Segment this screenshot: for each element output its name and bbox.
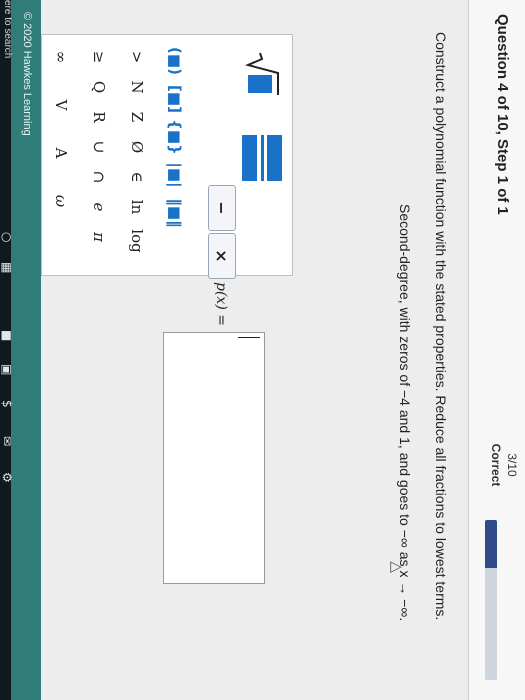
question-instruction: Construct a polynomial function with the… (433, 32, 449, 621)
cortana-circle-icon[interactable]: ○ (0, 232, 14, 242)
keypad-rows: (■) [■] {■} |■| ‖■‖ > N Z Ø ∈ ln log ≥ Q… (42, 43, 194, 269)
omega-key[interactable]: ω (46, 187, 76, 215)
pi-key[interactable]: π (84, 223, 114, 251)
explorer-icon[interactable]: ■ (0, 330, 14, 341)
mail-icon[interactable]: ✉ (0, 436, 14, 446)
screen: Question 4 of 10, Step 1 of 1 3/10 Corre… (0, 0, 525, 700)
mouse-cursor-icon: ▷ (390, 556, 402, 575)
brackets-key[interactable]: [■] (160, 81, 190, 117)
union-key[interactable]: ∪ (84, 133, 114, 161)
math-keypad: − × (■) [■] {■} |■| ‖■‖ > N Z Ø ∈ ln log… (41, 34, 293, 279)
fraction-denominator-slot (242, 135, 257, 181)
text-caret (238, 337, 260, 338)
progress-bar (485, 520, 497, 680)
infinity-key[interactable]: ∞ (46, 43, 76, 71)
dollar-app-icon[interactable]: $ (0, 400, 14, 408)
element-of-key[interactable]: ∈ (122, 163, 152, 191)
greater-than-key[interactable]: > (122, 43, 152, 71)
v-key[interactable]: V (46, 91, 76, 119)
integers-key[interactable]: Z (122, 103, 152, 131)
score-indicator: 3/10 Correct (489, 420, 519, 510)
reals-key[interactable]: R (84, 103, 114, 131)
answer-input[interactable] (163, 332, 265, 584)
minus-button[interactable]: − (208, 185, 236, 231)
ln-key[interactable]: ln (122, 193, 152, 221)
fraction-bar (261, 135, 264, 181)
square-root-key[interactable] (244, 51, 282, 97)
greater-equal-key[interactable]: ≥ (84, 43, 114, 71)
progress-fill (485, 520, 497, 568)
keypad-row-misc: ∞ V A ω (42, 43, 80, 269)
log-key[interactable]: log (122, 223, 152, 259)
e-key[interactable]: e (84, 193, 114, 221)
parentheses-key[interactable]: (■) (160, 43, 190, 79)
times-button[interactable]: × (208, 233, 236, 279)
keypad-top: − × (202, 35, 292, 279)
fraction-key[interactable] (240, 135, 284, 181)
settings-gear-icon[interactable]: ⚙ (0, 472, 14, 483)
keypad-row-brackets: (■) [■] {■} |■| ‖■‖ (156, 43, 194, 269)
keypad-row-ops: ≥ Q R ∪ ∩ e π (80, 43, 118, 269)
answer-label: p(x) = (213, 282, 229, 326)
score-fraction: 3/10 (505, 453, 519, 477)
score-label: Correct (489, 443, 503, 487)
windows-taskbar: ere to search ○ ▦ ■ ▣ $ ✉ ⚙ (0, 0, 14, 700)
keypad-row-sets: > N Z Ø ∈ ln log (118, 43, 156, 269)
page-footer: © 2020 Hawkes Learning (11, 0, 41, 700)
intersection-key[interactable]: ∩ (84, 163, 114, 191)
store-icon[interactable]: ▣ (0, 364, 14, 375)
question-title: Question 4 of 10, Step 1 of 1 (494, 14, 511, 215)
absolute-value-key[interactable]: |■| (160, 157, 190, 193)
norm-key[interactable]: ‖■‖ (160, 195, 190, 231)
taskbar-search[interactable]: ere to search (2, 0, 13, 58)
fraction-numerator-slot (267, 135, 282, 181)
naturals-key[interactable]: N (122, 73, 152, 101)
question-header: Question 4 of 10, Step 1 of 1 3/10 Corre… (468, 0, 525, 700)
empty-set-key[interactable]: Ø (122, 133, 152, 161)
task-view-icon[interactable]: ▦ (0, 262, 14, 273)
a-key[interactable]: A (46, 139, 76, 167)
rationals-key[interactable]: Q (84, 73, 114, 101)
braces-key[interactable]: {■} (160, 119, 190, 155)
copyright-text: © 2020 Hawkes Learning (21, 12, 33, 136)
